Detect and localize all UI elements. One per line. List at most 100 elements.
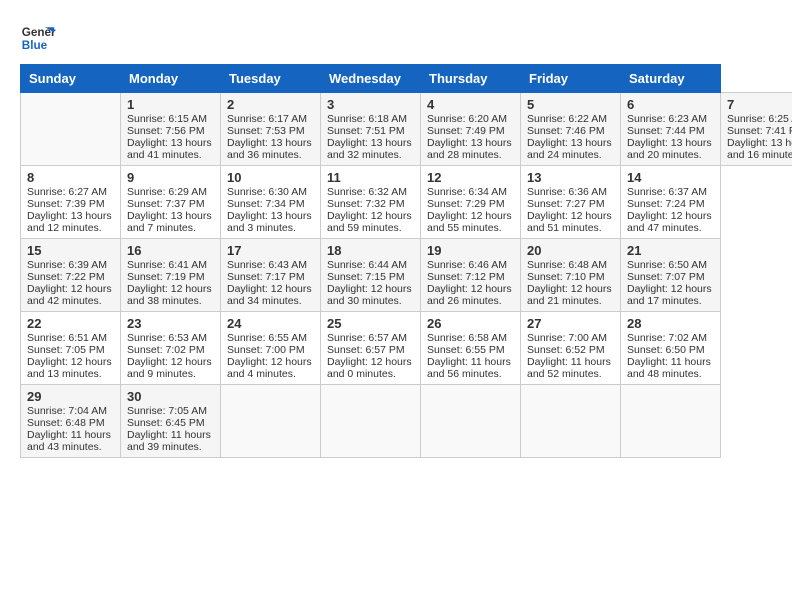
calendar-cell bbox=[21, 93, 121, 166]
day-number: 1 bbox=[127, 97, 214, 112]
calendar-cell: 25Sunrise: 6:57 AMSunset: 6:57 PMDayligh… bbox=[321, 312, 421, 385]
day-number: 30 bbox=[127, 389, 214, 404]
day-number: 26 bbox=[427, 316, 514, 331]
daylight: Daylight: 12 hours and 4 minutes. bbox=[227, 356, 312, 380]
sunset: Sunset: 6:45 PM bbox=[127, 417, 205, 429]
daylight: Daylight: 12 hours and 55 minutes. bbox=[427, 210, 512, 234]
week-row-1: 1Sunrise: 6:15 AMSunset: 7:56 PMDaylight… bbox=[21, 93, 792, 166]
day-number: 13 bbox=[527, 170, 614, 185]
sunrise: Sunrise: 6:18 AM bbox=[327, 113, 407, 125]
calendar-cell: 26Sunrise: 6:58 AMSunset: 6:55 PMDayligh… bbox=[421, 312, 521, 385]
sunset: Sunset: 7:17 PM bbox=[227, 271, 305, 283]
day-number: 28 bbox=[627, 316, 714, 331]
calendar-cell: 8Sunrise: 6:27 AMSunset: 7:39 PMDaylight… bbox=[21, 166, 121, 239]
calendar-cell: 12Sunrise: 6:34 AMSunset: 7:29 PMDayligh… bbox=[421, 166, 521, 239]
day-number: 8 bbox=[27, 170, 114, 185]
day-number: 15 bbox=[27, 243, 114, 258]
day-number: 7 bbox=[727, 97, 792, 112]
sunset: Sunset: 7:10 PM bbox=[527, 271, 605, 283]
day-number: 2 bbox=[227, 97, 314, 112]
day-number: 22 bbox=[27, 316, 114, 331]
daylight: Daylight: 13 hours and 28 minutes. bbox=[427, 137, 512, 161]
svg-text:Blue: Blue bbox=[22, 39, 48, 52]
daylight: Daylight: 12 hours and 59 minutes. bbox=[327, 210, 412, 234]
daylight: Daylight: 12 hours and 38 minutes. bbox=[127, 283, 212, 307]
sunset: Sunset: 7:41 PM bbox=[727, 125, 792, 137]
calendar-cell: 17Sunrise: 6:43 AMSunset: 7:17 PMDayligh… bbox=[221, 239, 321, 312]
day-number: 10 bbox=[227, 170, 314, 185]
daylight: Daylight: 12 hours and 42 minutes. bbox=[27, 283, 112, 307]
week-row-2: 8Sunrise: 6:27 AMSunset: 7:39 PM Daylight… bbox=[21, 166, 792, 239]
day-number: 4 bbox=[427, 97, 514, 112]
daylight: Daylight: 13 hours and 7 minutes. bbox=[127, 210, 212, 234]
logo: General Blue bbox=[20, 20, 62, 56]
calendar-cell bbox=[321, 385, 421, 458]
calendar-cell bbox=[621, 385, 721, 458]
day-number: 17 bbox=[227, 243, 314, 258]
day-number: 9 bbox=[127, 170, 214, 185]
day-number: 6 bbox=[627, 97, 714, 112]
week-row-4: 22Sunrise: 6:51 AMSunset: 7:05 PMDayligh… bbox=[21, 312, 792, 385]
daylight: Daylight: 12 hours and 0 minutes. bbox=[327, 356, 412, 380]
calendar-cell: 4Sunrise: 6:20 AMSunset: 7:49 PMDaylight… bbox=[421, 93, 521, 166]
day-header-friday: Friday bbox=[521, 65, 621, 93]
sunrise: Sunrise: 6:53 AM bbox=[127, 332, 207, 344]
day-number: 5 bbox=[527, 97, 614, 112]
sunrise: Sunrise: 6:22 AM bbox=[527, 113, 607, 125]
daylight: Daylight: 12 hours and 9 minutes. bbox=[127, 356, 212, 380]
sunrise: Sunrise: 6:32 AM bbox=[327, 186, 407, 198]
day-number: 18 bbox=[327, 243, 414, 258]
calendar-cell: 16Sunrise: 6:41 AMSunset: 7:19 PMDayligh… bbox=[121, 239, 221, 312]
daylight: Daylight: 11 hours and 48 minutes. bbox=[627, 356, 711, 380]
daylight: Daylight: 12 hours and 26 minutes. bbox=[427, 283, 512, 307]
calendar-cell: 5Sunrise: 6:22 AMSunset: 7:46 PMDaylight… bbox=[521, 93, 621, 166]
daylight: Daylight: 12 hours and 30 minutes. bbox=[327, 283, 412, 307]
sunrise: Sunrise: 6:30 AM bbox=[227, 186, 307, 198]
sunrise: Sunrise: 6:51 AM bbox=[27, 332, 107, 344]
sunset: Sunset: 7:39 PM bbox=[27, 198, 105, 210]
day-header-thursday: Thursday bbox=[421, 65, 521, 93]
page-header: General Blue bbox=[20, 20, 772, 56]
sunrise: Sunrise: 6:58 AM bbox=[427, 332, 507, 344]
daylight: Daylight: 11 hours and 52 minutes. bbox=[527, 356, 611, 380]
sunrise: Sunrise: 6:57 AM bbox=[327, 332, 407, 344]
calendar-cell: 11Sunrise: 6:32 AMSunset: 7:32 PMDayligh… bbox=[321, 166, 421, 239]
sunrise: Sunrise: 6:27 AM bbox=[27, 186, 107, 198]
calendar-cell: 27Sunrise: 7:00 AMSunset: 6:52 PMDayligh… bbox=[521, 312, 621, 385]
day-number: 23 bbox=[127, 316, 214, 331]
daylight: Daylight: 13 hours and 41 minutes. bbox=[127, 137, 212, 161]
sunrise: Sunrise: 6:36 AM bbox=[527, 186, 607, 198]
daylight: Daylight: 12 hours and 47 minutes. bbox=[627, 210, 712, 234]
daylight: Daylight: 13 hours and 36 minutes. bbox=[227, 137, 312, 161]
daylight: Daylight: 13 hours and 3 minutes. bbox=[227, 210, 312, 234]
day-number: 3 bbox=[327, 97, 414, 112]
sunrise: Sunrise: 6:43 AM bbox=[227, 259, 307, 271]
day-number: 20 bbox=[527, 243, 614, 258]
day-number: 24 bbox=[227, 316, 314, 331]
sunset: Sunset: 7:00 PM bbox=[227, 344, 305, 356]
sunrise: Sunrise: 6:46 AM bbox=[427, 259, 507, 271]
calendar-cell: 18Sunrise: 6:44 AMSunset: 7:15 PMDayligh… bbox=[321, 239, 421, 312]
daylight: Daylight: 11 hours and 43 minutes. bbox=[27, 429, 111, 453]
daylight: Daylight: 13 hours and 24 minutes. bbox=[527, 137, 612, 161]
sunrise: Sunrise: 6:55 AM bbox=[227, 332, 307, 344]
day-number: 27 bbox=[527, 316, 614, 331]
sunset: Sunset: 7:02 PM bbox=[127, 344, 205, 356]
week-row-3: 15Sunrise: 6:39 AMSunset: 7:22 PMDayligh… bbox=[21, 239, 792, 312]
sunset: Sunset: 6:55 PM bbox=[427, 344, 505, 356]
sunrise: Sunrise: 6:39 AM bbox=[27, 259, 107, 271]
sunrise: Sunrise: 6:41 AM bbox=[127, 259, 207, 271]
sunrise: Sunrise: 7:00 AM bbox=[527, 332, 607, 344]
sunset: Sunset: 7:12 PM bbox=[427, 271, 505, 283]
daylight: Daylight: 13 hours and 32 minutes. bbox=[327, 137, 412, 161]
sunset: Sunset: 7:51 PM bbox=[327, 125, 405, 137]
day-header-wednesday: Wednesday bbox=[321, 65, 421, 93]
sunset: Sunset: 7:56 PM bbox=[127, 125, 205, 137]
calendar-cell: 30Sunrise: 7:05 AMSunset: 6:45 PMDayligh… bbox=[121, 385, 221, 458]
sunset: Sunset: 7:27 PM bbox=[527, 198, 605, 210]
sunset: Sunset: 7:07 PM bbox=[627, 271, 705, 283]
sunrise: Sunrise: 6:15 AM bbox=[127, 113, 207, 125]
week-row-5: 29Sunrise: 7:04 AMSunset: 6:48 PMDayligh… bbox=[21, 385, 792, 458]
sunrise: Sunrise: 6:29 AM bbox=[127, 186, 207, 198]
calendar-cell bbox=[421, 385, 521, 458]
